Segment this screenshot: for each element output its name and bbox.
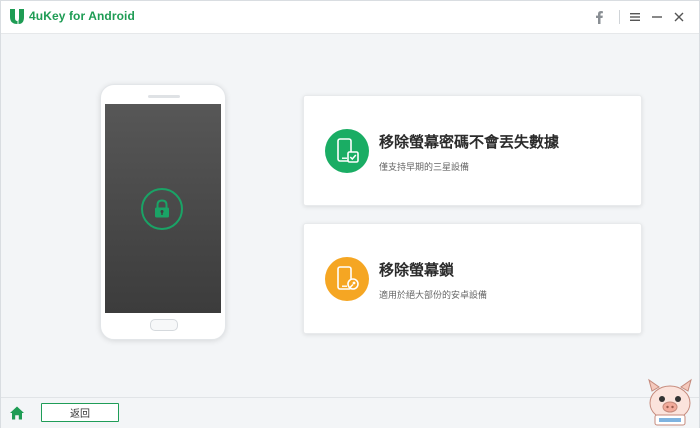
app-logo-icon <box>10 9 24 24</box>
card-title: 移除螢幕鎖 <box>379 261 455 279</box>
facebook-icon[interactable] <box>589 7 609 27</box>
phone-key-icon <box>325 257 369 301</box>
remove-password-no-data-loss-card[interactable]: 移除螢幕密碼不會丟失數據 僅支持早期的三星設備 <box>303 95 642 206</box>
phone-speaker <box>148 95 180 98</box>
titlebar-separator <box>619 10 620 24</box>
phone-check-icon <box>325 129 369 173</box>
card-description: 僅支持早期的三星設備 <box>379 163 470 173</box>
home-icon[interactable] <box>9 405 25 421</box>
phone-illustration <box>100 84 226 340</box>
footer-bar: 返回 <box>1 397 699 428</box>
remove-screen-lock-card[interactable]: 移除螢幕鎖 適用於絕大部份的安卓設備 <box>303 223 642 334</box>
menu-icon[interactable] <box>625 7 645 27</box>
app-window: 4uKey for Android 移除螢幕密碼不會丟失數據 僅支持早期的三星設… <box>0 0 700 428</box>
minimize-icon[interactable] <box>647 7 667 27</box>
card-title: 移除螢幕密碼不會丟失數據 <box>379 133 560 151</box>
card-description: 適用於絕大部份的安卓設備 <box>379 291 488 301</box>
title-bar: 4uKey for Android <box>1 1 699 34</box>
lock-icon <box>141 188 183 230</box>
app-title: 4uKey for Android <box>29 9 135 23</box>
phone-screen <box>105 104 221 313</box>
phone-home-button <box>150 319 178 331</box>
back-button[interactable]: 返回 <box>41 403 119 422</box>
close-icon[interactable] <box>669 7 689 27</box>
pig-mascot-watermark <box>648 378 692 426</box>
